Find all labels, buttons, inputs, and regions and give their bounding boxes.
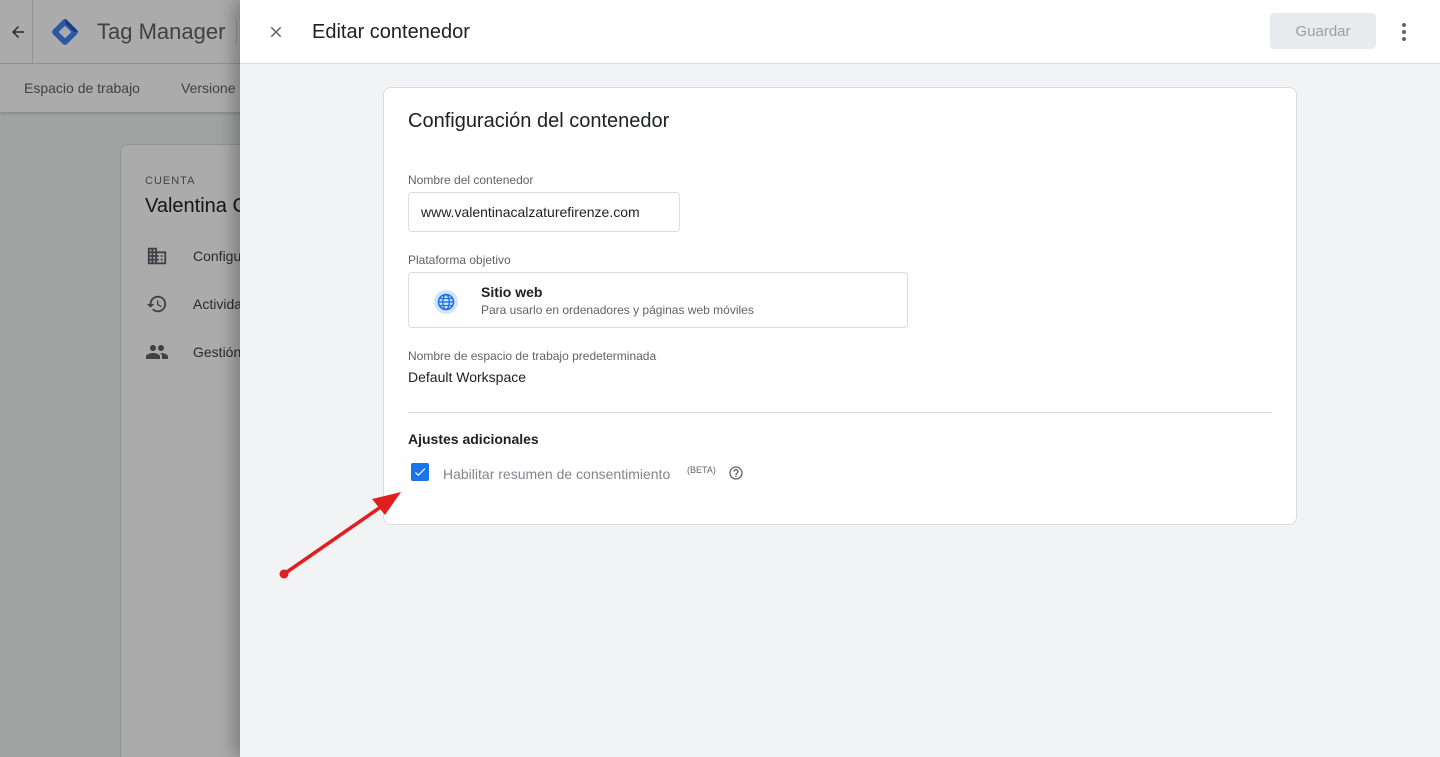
container-name-input[interactable] [408,192,680,232]
workspace-label: Nombre de espacio de trabajo predetermin… [408,349,657,363]
sheet-header: Editar contenedor Guardar [240,0,1440,64]
edit-container-sheet: Editar contenedor Guardar Configuración … [240,0,1440,757]
help-icon[interactable] [728,465,744,481]
section-divider [408,412,1272,413]
platform-label: Plataforma objetivo [408,253,511,267]
close-icon[interactable] [260,16,292,48]
checkmark-icon [414,468,426,477]
beta-badge: (BETA) [687,465,716,475]
more-vert-icon[interactable] [1390,16,1418,48]
platform-description: Para usarlo en ordenadores y páginas web… [481,303,754,317]
container-settings-card: Configuración del contenedor Nombre del … [383,87,1297,525]
container-name-label: Nombre del contenedor [408,173,534,187]
globe-icon [433,289,459,315]
platform-title: Sitio web [481,284,543,300]
save-button[interactable]: Guardar [1270,13,1376,49]
additional-settings-title: Ajustes adicionales [408,431,539,447]
consent-overview-label[interactable]: Habilitar resumen de consentimiento [443,466,670,482]
card-title: Configuración del contenedor [408,110,670,132]
workspace-value: Default Workspace [408,369,527,385]
consent-overview-checkbox[interactable] [411,463,429,481]
target-platform-option[interactable]: Sitio web Para usarlo en ordenadores y p… [408,272,908,328]
sheet-title: Editar contenedor [312,21,470,43]
